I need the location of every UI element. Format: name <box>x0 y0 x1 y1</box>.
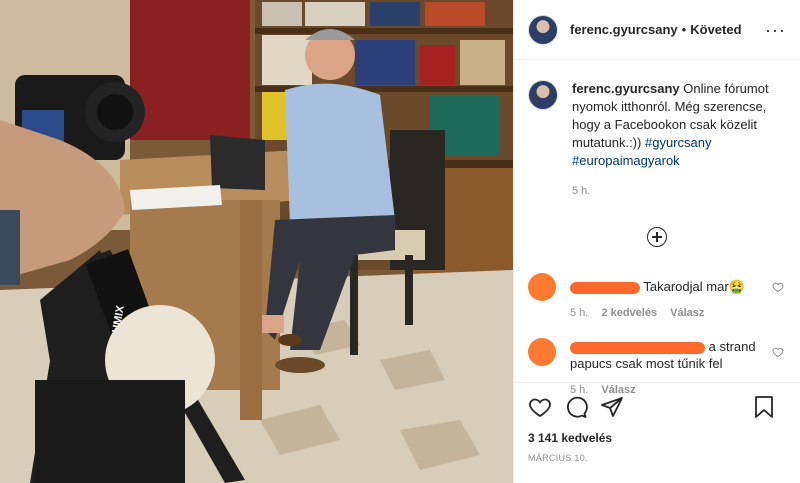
bookmark-icon[interactable] <box>753 395 775 419</box>
post-date[interactable]: MÁRCIUS 10. <box>528 453 787 463</box>
heart-icon[interactable] <box>772 281 784 293</box>
avatar[interactable] <box>528 80 558 110</box>
like-heart-icon[interactable] <box>528 395 552 419</box>
action-icons <box>528 395 787 419</box>
action-bar: 3 141 kedvelés MÁRCIUS 10. <box>514 382 800 483</box>
caption-body: ferenc.gyurcsany Online fórumot nyomok i… <box>572 80 772 200</box>
caption: ferenc.gyurcsany Online fórumot nyomok i… <box>514 60 800 200</box>
hashtag-link[interactable]: #gyurcsany <box>645 135 711 150</box>
comment-meta: 5 h. 2 kedvelés Válasz <box>570 305 780 322</box>
office-scene-illustration: LUMIX <box>0 0 513 483</box>
avatar[interactable] <box>528 14 558 45</box>
post-header: ferenc.gyurcsany • Követed ··· <box>514 0 800 60</box>
comment-body: Takarodjal mar🤮 5 h. 2 kedvelés Válasz <box>570 273 780 322</box>
comment-text: papucs csak most tűnik fel <box>570 356 723 371</box>
share-paper-plane-icon[interactable] <box>600 395 624 419</box>
comment-time[interactable]: 5 h. <box>570 307 588 319</box>
commenter-avatar[interactable] <box>528 273 556 301</box>
post-timestamp[interactable]: 5 h. <box>572 182 772 200</box>
likes-count[interactable]: 3 141 kedvelés <box>528 431 787 445</box>
instagram-post-view: LUMIX ferenc.gyurcsany • Követed ··· fer… <box>0 0 800 483</box>
caption-username[interactable]: ferenc.gyurcsany <box>572 81 680 96</box>
post-side-panel: ferenc.gyurcsany • Követed ··· ferenc.gy… <box>513 0 800 483</box>
redacted-username <box>570 281 640 294</box>
hashtag-link[interactable]: #europaimagyarok <box>572 152 772 170</box>
comment-item: Takarodjal mar🤮 5 h. 2 kedvelés Válasz <box>514 273 800 322</box>
redacted-username <box>570 341 705 354</box>
following-button[interactable]: Követed <box>690 22 741 37</box>
heart-icon[interactable] <box>772 346 784 358</box>
comment-bubble-icon[interactable] <box>564 395 588 419</box>
comment-text: a strand <box>708 339 756 354</box>
comment-likes[interactable]: 2 kedvelés <box>601 307 657 319</box>
load-more-comments-icon[interactable] <box>647 227 667 247</box>
commenter-avatar[interactable] <box>528 338 556 366</box>
more-options-icon[interactable]: ··· <box>765 21 786 39</box>
reply-button[interactable]: Válasz <box>670 307 704 319</box>
comment-text: Takarodjal mar🤮 <box>643 279 745 294</box>
separator-dot: • <box>681 22 687 37</box>
username-link[interactable]: ferenc.gyurcsany <box>570 22 678 37</box>
post-photo[interactable]: LUMIX <box>0 0 513 483</box>
